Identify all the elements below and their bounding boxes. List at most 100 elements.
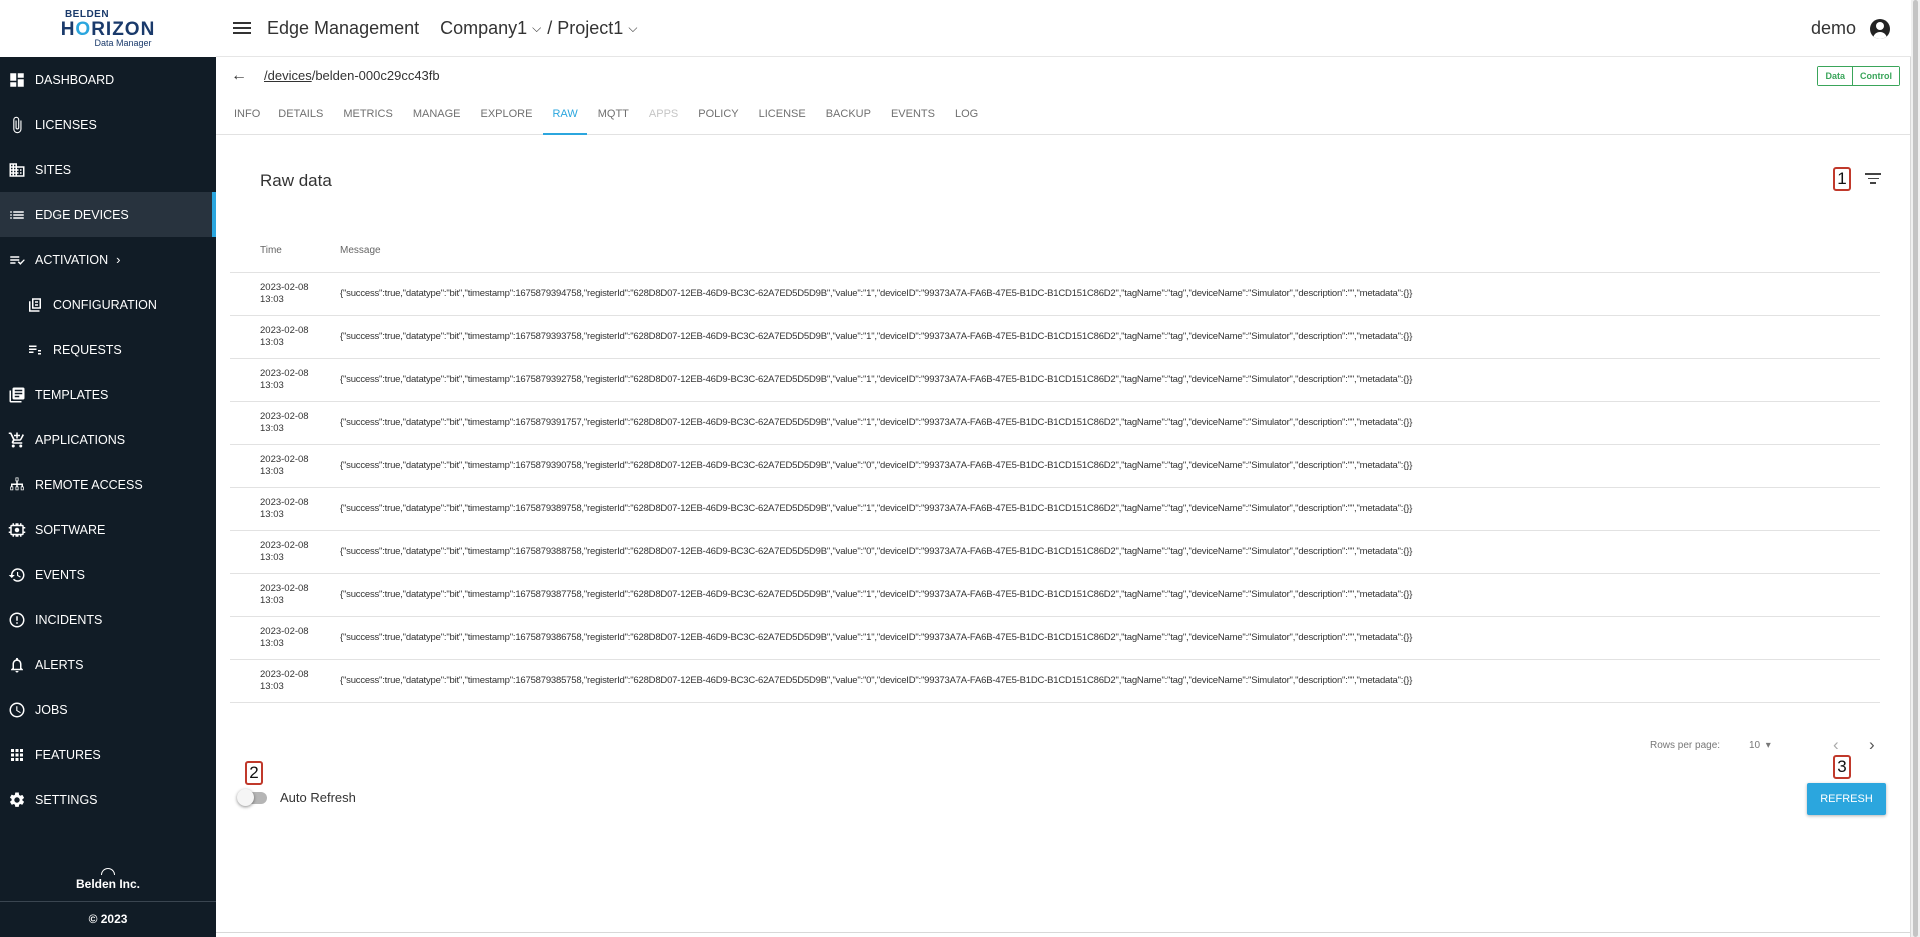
sidebar-item-label: DASHBOARD [35, 72, 115, 87]
sidebar-item-label: TEMPLATES [35, 387, 109, 402]
top-bar: Edge Management Company1 ⌵ / Project1 ⌵ … [216, 0, 1920, 57]
message-cell: {"success":true,"datatype":"bit","timest… [340, 530, 1880, 574]
cell-time: 13:03 [260, 551, 284, 563]
sidebar-item-label: INCIDENTS [35, 612, 103, 627]
gear-icon [8, 791, 26, 809]
sidebar-item-applications[interactable]: APPLICATIONS [0, 417, 216, 462]
footer-copyright: © 2023 [88, 912, 128, 926]
table-row: 2023-02-08 13:03 {"success":true,"datatyp… [230, 659, 1880, 703]
tab-mqtt[interactable]: MQTT [589, 94, 638, 134]
account-circle-icon [1870, 18, 1890, 39]
chevron-left-icon[interactable]: ‹ [1833, 735, 1839, 755]
time-cell: 2023-02-08 13:03 [230, 616, 340, 660]
chevron-right-icon: › [116, 252, 121, 267]
sidebar-item-alerts[interactable]: ALERTS [0, 642, 216, 687]
clock-icon [8, 701, 26, 719]
tab-policy[interactable]: POLICY [689, 94, 747, 134]
refresh-button[interactable]: REFRESH [1807, 783, 1886, 815]
message-cell: {"success":true,"datatype":"bit","timest… [340, 659, 1880, 703]
sidebar-item-templates[interactable]: TEMPLATES [0, 372, 216, 417]
back-arrow-icon[interactable]: ← [231, 67, 247, 85]
cell-time: 13:03 [260, 293, 284, 305]
sidebar-item-settings[interactable]: SETTINGS [0, 777, 216, 822]
message-cell: {"success":true,"datatype":"bit","timest… [340, 401, 1880, 445]
checklist-icon [8, 251, 26, 269]
tab-manage[interactable]: MANAGE [404, 94, 470, 134]
tab-details[interactable]: DETAILS [269, 94, 332, 134]
chevron-right-icon[interactable]: › [1869, 735, 1875, 755]
sidebar-item-edge-devices[interactable]: EDGE DEVICES [0, 192, 216, 237]
sidebar-item-label: JOBS [35, 702, 68, 717]
cell-time: 13:03 [260, 594, 284, 606]
logo[interactable]: BELDEN HORIZON Data Manager [0, 0, 216, 57]
scrollbar-thumb[interactable] [1913, 0, 1918, 937]
tab-apps: APPS [648, 108, 679, 120]
sidebar-item-label: ACTIVATION [35, 252, 109, 267]
pagination: Rows per page: 10 ▾ ‹ › [216, 731, 1910, 761]
sidebar-item-activation[interactable]: ACTIVATION › [0, 237, 216, 282]
logo-product-part: RIZON [91, 18, 156, 40]
time-cell: 2023-02-08 13:03 [230, 401, 340, 445]
message-cell: {"success":true,"datatype":"bit","timest… [340, 573, 1880, 617]
project-selector[interactable]: Project1 ⌵ [557, 18, 643, 39]
auto-refresh-toggle[interactable] [237, 788, 267, 806]
sidebar-item-dashboard[interactable]: DASHBOARD [0, 57, 216, 102]
alert-circle-icon [8, 611, 26, 629]
data-control-toggle: Data Control [1817, 66, 1900, 86]
cell-time: 13:03 [260, 336, 284, 348]
tab-backup[interactable]: BACKUP [817, 94, 880, 134]
sidebar-item-configuration[interactable]: CONFIGURATION [0, 282, 216, 327]
sidebar-item-software[interactable]: SOFTWARE [0, 507, 216, 552]
time-cell: 2023-02-08 13:03 [230, 487, 340, 531]
logo-product-part: H [60, 18, 76, 40]
data-toggle-button[interactable]: Data [1818, 67, 1852, 85]
time-cell: 2023-02-08 13:03 [230, 573, 340, 617]
sidebar-item-label: APPLICATIONS [35, 432, 126, 447]
table-row: 2023-02-08 13:03 {"success":true,"datatyp… [230, 358, 1880, 402]
raw-data-table: Time Message 2023-02-08 13:03 {"success":… [230, 229, 1880, 703]
company-selector[interactable]: Company1 ⌵ [440, 18, 547, 39]
tab-explore[interactable]: EXPLORE [472, 94, 542, 134]
menu-icon[interactable] [233, 19, 251, 37]
sidebar-item-incidents[interactable]: INCIDENTS [0, 597, 216, 642]
sidebar-item-licenses[interactable]: LICENSES [0, 102, 216, 147]
logo-product: HORIZON [61, 20, 156, 39]
bell-icon [8, 656, 26, 674]
tab-info[interactable]: INFO [216, 94, 269, 134]
sidebar-item-jobs[interactable]: JOBS [0, 687, 216, 732]
sidebar-item-events[interactable]: EVENTS [0, 552, 216, 597]
sidebar-item-features[interactable]: FEATURES [0, 732, 216, 777]
panel-title: Raw data [260, 171, 332, 190]
content-border [216, 932, 1910, 933]
table-row: 2023-02-08 13:03 {"success":true,"datatyp… [230, 487, 1880, 531]
paperclip-icon [8, 116, 26, 134]
sidebar-item-requests[interactable]: REQUESTS [0, 327, 216, 372]
tab-log[interactable]: LOG [946, 94, 987, 134]
tab-raw[interactable]: RAW [543, 94, 588, 135]
tab-metrics[interactable]: METRICS [334, 94, 402, 134]
cell-time: 13:03 [260, 379, 284, 391]
belden-mark-icon [101, 868, 115, 875]
filter-icon[interactable] [1865, 173, 1881, 187]
config-icon [26, 296, 44, 314]
requests-icon [26, 341, 44, 359]
grid-icon [8, 746, 26, 764]
control-toggle-button[interactable]: Control [1852, 67, 1899, 85]
devices-link[interactable]: /devices [264, 68, 312, 83]
user-menu[interactable]: demo [1811, 0, 1890, 57]
sidebar-item-label: LICENSES [35, 117, 97, 132]
breadcrumb-separator: / [547, 17, 553, 38]
caret-down-icon: ▾ [1765, 740, 1771, 751]
table-row: 2023-02-08 13:03 {"success":true,"datatyp… [230, 401, 1880, 445]
sidebar-item-sites[interactable]: SITES [0, 147, 216, 192]
cell-date: 2023-02-08 [260, 582, 309, 594]
cell-date: 2023-02-08 [260, 539, 309, 551]
templates-icon [8, 386, 26, 404]
sidebar-item-remote-access[interactable]: REMOTE ACCESS [0, 462, 216, 507]
time-cell: 2023-02-08 13:03 [230, 272, 340, 316]
tab-events[interactable]: EVENTS [882, 94, 944, 134]
time-cell: 2023-02-08 13:03 [230, 315, 340, 359]
sidebar-footer: Belden Inc. © 2023 [0, 868, 216, 937]
rows-per-page-select[interactable]: 10 ▾ [1749, 740, 1771, 751]
tab-license[interactable]: LICENSE [750, 94, 815, 134]
